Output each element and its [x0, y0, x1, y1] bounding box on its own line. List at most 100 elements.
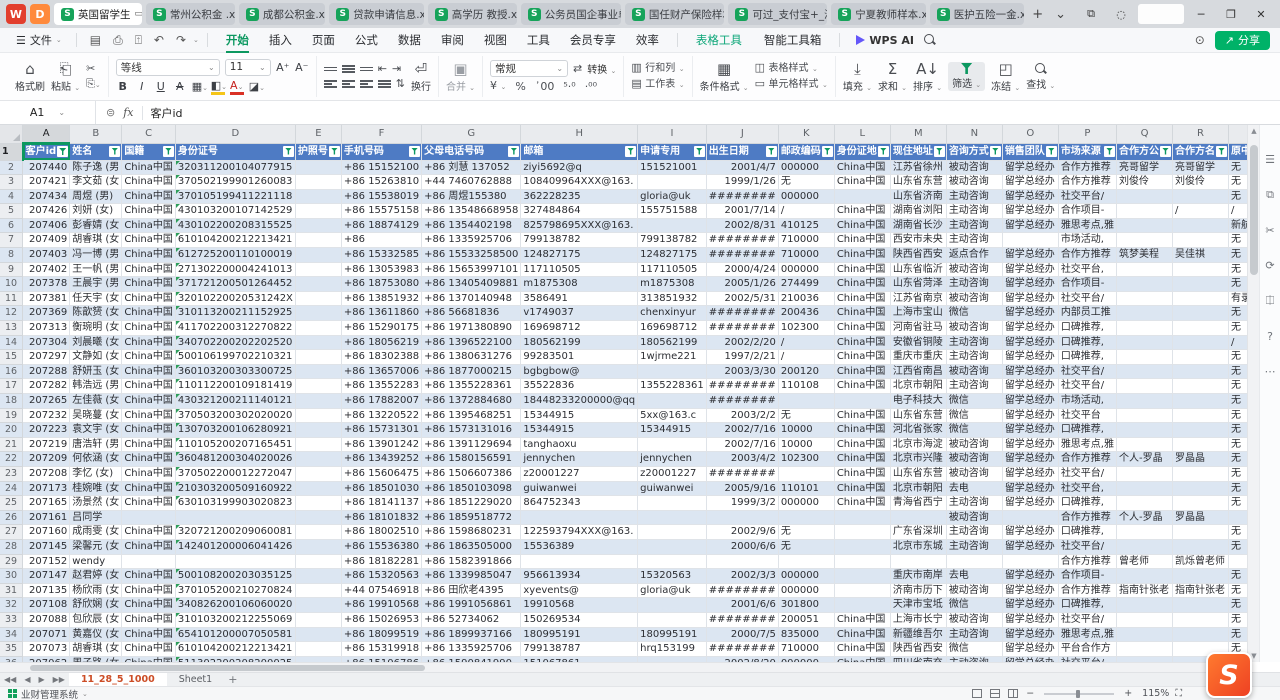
cell[interactable]: 黄嘉仪 (女	[70, 627, 122, 642]
filter-dropdown-icon[interactable]	[329, 146, 340, 157]
filter-dropdown-icon[interactable]	[109, 146, 120, 157]
cell[interactable]: +86 1370140948	[422, 291, 521, 306]
row-number[interactable]: 10	[0, 277, 23, 292]
cell[interactable]: +86	[341, 233, 421, 248]
cell[interactable]: 2002/9/6	[706, 525, 778, 540]
cell[interactable]	[1002, 233, 1058, 248]
cell[interactable]: 无	[1229, 627, 1248, 642]
cell-style-button[interactable]: ▭ 单元格样式 ⌄	[755, 78, 828, 91]
menu-tab-9[interactable]: 效率	[626, 30, 669, 50]
cell[interactable]	[295, 175, 341, 190]
cell[interactable]: 筑梦美程	[1117, 248, 1173, 263]
table-row[interactable]: 13207313衡琬明 (女China中国411702200312270822+…	[0, 321, 1247, 336]
worksheet-button[interactable]: ▤ 工作表 ⌄	[631, 78, 684, 91]
cell[interactable]: guiwanwei	[638, 481, 707, 496]
decrease-decimal-icon[interactable]: ⁵·⁰	[563, 81, 575, 93]
cell[interactable]: +86 1355228361	[422, 379, 521, 394]
col-header-Q[interactable]: Q	[1117, 125, 1173, 143]
cell[interactable]: 留学总经办	[1002, 262, 1058, 277]
cell[interactable]	[834, 394, 890, 409]
cell[interactable]: 北京市海淀	[890, 437, 946, 452]
cell[interactable]: China中国	[834, 306, 890, 321]
col-header-A[interactable]: A	[23, 125, 70, 143]
table-row[interactable]: 20207223袁文宇 (女China中国130703200106280921+…	[0, 423, 1247, 438]
cell[interactable]: 10000	[778, 437, 834, 452]
cell[interactable]: 合作方推荐	[1058, 510, 1116, 525]
cell[interactable]: 207161	[23, 510, 70, 525]
cell[interactable]: +44 07546918	[341, 583, 421, 598]
paste-button[interactable]: ⎗ 粘贴 ⌄	[51, 61, 80, 93]
cell[interactable]: +86 1395468251	[422, 408, 521, 423]
new-tab-button[interactable]: +	[1028, 7, 1047, 22]
cell[interactable]: 110108	[778, 379, 834, 394]
col-header-R[interactable]: R	[1173, 125, 1229, 143]
avatar[interactable]	[1138, 4, 1184, 24]
cell[interactable]: 200436	[778, 306, 834, 321]
cell[interactable]: 主动咨询	[946, 233, 1002, 248]
cell[interactable]: China中国	[834, 335, 890, 350]
cell[interactable]: ########	[706, 306, 778, 321]
cell[interactable]: 207147	[23, 569, 70, 584]
filter-dropdown-icon[interactable]	[508, 146, 519, 157]
row-number[interactable]: 15	[0, 350, 23, 365]
cell[interactable]: 2000/6/6	[706, 539, 778, 554]
align-top-icon[interactable]	[324, 65, 337, 73]
cell[interactable]	[778, 466, 834, 481]
cell[interactable]: China中国	[122, 408, 176, 423]
cell[interactable]: 留学总经办	[1002, 569, 1058, 584]
cell[interactable]: 274499	[778, 277, 834, 292]
cell[interactable]: 被动咨询	[946, 452, 1002, 467]
cell[interactable]: +86 18501030	[341, 481, 421, 496]
cell[interactable]: 无	[1229, 321, 1248, 336]
cell[interactable]: 主动咨询	[946, 539, 1002, 554]
cell[interactable]: China中国	[834, 481, 890, 496]
cell[interactable]	[521, 554, 638, 569]
cell[interactable]	[295, 569, 341, 584]
font-name-select[interactable]: 等线⌄	[116, 59, 220, 76]
cell[interactable]: 864752343	[521, 496, 638, 511]
cell[interactable]: China中国	[122, 218, 176, 233]
header-cell[interactable]: 市场来源	[1058, 143, 1116, 160]
next-sheet-icon[interactable]: ▶	[34, 675, 48, 684]
cell[interactable]: 包欣辰 (女	[70, 612, 122, 627]
cell[interactable]: +86 1391129694	[422, 437, 521, 452]
cell[interactable]: 袁文宇 (女	[70, 423, 122, 438]
vertical-scroll-thumb[interactable]	[1250, 145, 1258, 275]
cell[interactable]	[295, 262, 341, 277]
row-number[interactable]: 19	[0, 408, 23, 423]
cell[interactable]: 合作方推荐	[1058, 160, 1116, 175]
cell[interactable]: 2001/6/6	[706, 598, 778, 613]
cell[interactable]: 180995191	[521, 627, 638, 642]
cell[interactable]: China中国	[834, 204, 890, 219]
cell[interactable]: 无	[1229, 496, 1248, 511]
cell[interactable]: 207297	[23, 350, 70, 365]
cell[interactable]: 207426	[23, 204, 70, 219]
cell[interactable]: 无	[778, 539, 834, 554]
cell[interactable]	[1173, 291, 1229, 306]
cell[interactable]	[638, 510, 707, 525]
cell[interactable]: China中国	[834, 218, 890, 233]
zoom-slider[interactable]	[1044, 693, 1114, 695]
cell[interactable]: 169698712	[638, 321, 707, 336]
cell[interactable]: 留学总经办	[1002, 204, 1058, 219]
table-row[interactable]: 12207369陈歆赟 (女China中国310113200211152925+…	[0, 306, 1247, 321]
cell[interactable]: 1997/2/21	[706, 350, 778, 365]
cell[interactable]: 口碑推荐,	[1058, 335, 1116, 350]
layout-switch-icon[interactable]: ⧉	[1078, 7, 1104, 21]
wps-promo-logo[interactable]: S	[1206, 652, 1252, 698]
cell[interactable]	[1173, 496, 1229, 511]
cell[interactable]: 180562199	[638, 335, 707, 350]
row-number[interactable]: 22	[0, 452, 23, 467]
cell[interactable]: 口碑推荐,	[1058, 321, 1116, 336]
cell[interactable]: jennychen	[638, 452, 707, 467]
cell[interactable]: +86 1396522100	[422, 335, 521, 350]
cell[interactable]: 371721200501264452	[175, 277, 295, 292]
cell[interactable]: 无	[1229, 175, 1248, 190]
cell[interactable]: 舒欣娴 (女	[70, 598, 122, 613]
cell[interactable]: +86 18302388	[341, 350, 421, 365]
cell[interactable]: guiwanwei	[521, 481, 638, 496]
filter-dropdown-icon[interactable]	[766, 146, 777, 157]
cell[interactable]	[295, 350, 341, 365]
cell[interactable]: 2002/2/20	[706, 335, 778, 350]
cell[interactable]: 陕西省西安	[890, 248, 946, 263]
